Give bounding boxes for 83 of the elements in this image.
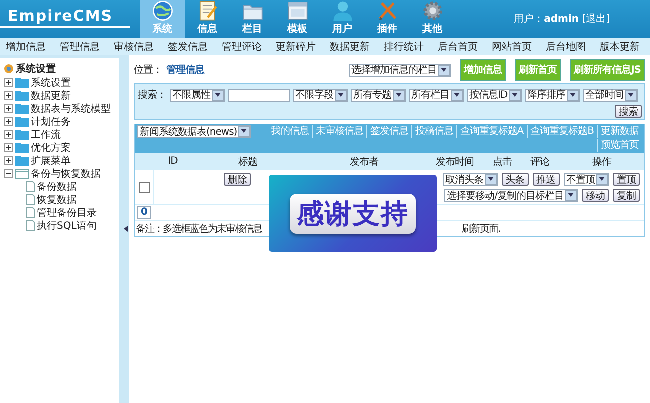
menu-link[interactable]: 管理信息 [60, 40, 100, 54]
tree-item[interactable]: 数据表与系统模型 [4, 102, 119, 115]
folder-icon [15, 156, 29, 166]
dropdown[interactable]: 新闻系统数据表(news) [137, 125, 252, 138]
menu-link[interactable]: 网站首页 [492, 40, 532, 54]
folder-icon [15, 116, 29, 126]
folder-icon [15, 130, 29, 140]
dropdown[interactable]: 选择增加信息的栏目 [348, 64, 452, 76]
dropdown[interactable]: 按信息ID [466, 88, 522, 102]
note-text: 备注：多选框蓝色为未审核信息 [136, 222, 262, 236]
column-header: 发布时间 [435, 156, 475, 168]
tree-item[interactable]: 备份与恢复数据 [4, 167, 119, 180]
user-label: 用户： [514, 14, 544, 25]
tree-item[interactable]: 计划任务 [4, 115, 119, 128]
menu-link[interactable]: 审核信息 [114, 40, 154, 54]
folder-icon [15, 90, 29, 100]
menu-link[interactable]: 增加信息 [6, 40, 46, 54]
dropdown[interactable]: 所有栏目 [408, 88, 464, 102]
tree-item[interactable]: 恢复数据 [18, 193, 119, 206]
tree-item[interactable]: 扩展菜单 [4, 154, 119, 167]
thanks-banner: 感谢支持 [269, 175, 437, 252]
dropdown[interactable]: 不限字段 [292, 88, 348, 102]
action-button[interactable]: 移动 [582, 189, 609, 202]
action-button[interactable]: 删除 [224, 173, 251, 186]
document-icon [26, 220, 35, 231]
dropdown[interactable]: 所有专题 [350, 88, 406, 102]
document-icon [26, 207, 35, 218]
action-button[interactable]: 复制 [613, 189, 640, 202]
folder-icon [15, 78, 29, 88]
tree-item[interactable]: 系统设置 [4, 76, 119, 89]
breadcrumb-link[interactable]: 管理信息 [166, 63, 204, 77]
dropdown[interactable]: 取消头条 [442, 173, 498, 186]
menu-link[interactable]: 后台地图 [546, 40, 586, 54]
location-label: 位置： [134, 64, 162, 77]
document-icon [26, 194, 35, 205]
tree-item[interactable]: 备份数据 [18, 180, 119, 193]
dropdown[interactable]: 不限属性 [170, 88, 224, 102]
logout-link[interactable]: [退出] [582, 14, 610, 25]
column-header: 发布者 [348, 156, 380, 168]
menu-link[interactable]: 版本更新 [600, 40, 640, 54]
column-header: ID [167, 156, 179, 167]
checkbox[interactable] [138, 182, 150, 192]
dropdown[interactable]: 不置顶 [564, 173, 609, 186]
menu-link[interactable]: 更新碎片 [276, 40, 316, 54]
dropdown[interactable]: 选择要移动/复制的目标栏目 [444, 189, 578, 202]
nav-tab[interactable]: 信息 [185, 0, 230, 38]
tree-item[interactable]: 管理备份目录 [18, 206, 119, 219]
user-name: admin [544, 14, 579, 25]
sidebar-title: 系统设置 [16, 62, 56, 76]
tree-item[interactable]: 执行SQL语句 [18, 219, 119, 232]
folder-icon [15, 104, 29, 114]
column-header: 点击 [492, 156, 514, 168]
open-folder-icon [15, 168, 29, 178]
tree-item[interactable]: 优化方案 [4, 141, 119, 154]
menu-link[interactable]: 管理评论 [222, 40, 262, 54]
tree-item[interactable]: 工作流 [4, 128, 119, 141]
nav-tab[interactable]: 用户 [320, 0, 365, 38]
document-icon [26, 181, 35, 192]
folder-icon [15, 142, 29, 152]
logo: EmpireCMS [0, 0, 130, 28]
action-button[interactable]: 头条 [502, 173, 528, 186]
search-label: 搜索： [138, 88, 166, 102]
dropdown[interactable]: 全部时间 [582, 88, 638, 102]
nav-tab[interactable]: 模板 [275, 0, 320, 38]
tree-item[interactable]: 数据更新 [4, 89, 119, 102]
note-text: 刷新页面. [462, 222, 500, 236]
menu-link[interactable]: 排行统计 [384, 40, 424, 54]
action-button[interactable]: 置顶 [613, 173, 640, 186]
search-field[interactable] [228, 88, 290, 102]
column-header: 标题 [238, 156, 258, 168]
action-button[interactable]: 推送 [532, 173, 560, 186]
nav-tab[interactable]: 其他 [410, 0, 455, 38]
action-button[interactable]: 搜索 [615, 105, 642, 118]
menu-link[interactable]: 后台首页 [438, 40, 478, 54]
nav-tab[interactable]: 插件 [365, 0, 410, 38]
column-header: 操作 [592, 156, 613, 168]
nav-tab[interactable]: 栏目 [230, 0, 275, 38]
collapse-arrow-icon [124, 226, 128, 232]
count-field: 0 [137, 206, 152, 219]
menu-link[interactable]: 数据更新 [330, 40, 370, 54]
dropdown[interactable]: 降序排序 [524, 88, 580, 102]
menu-link[interactable]: 签发信息 [168, 40, 208, 54]
column-header: 评论 [530, 156, 550, 168]
